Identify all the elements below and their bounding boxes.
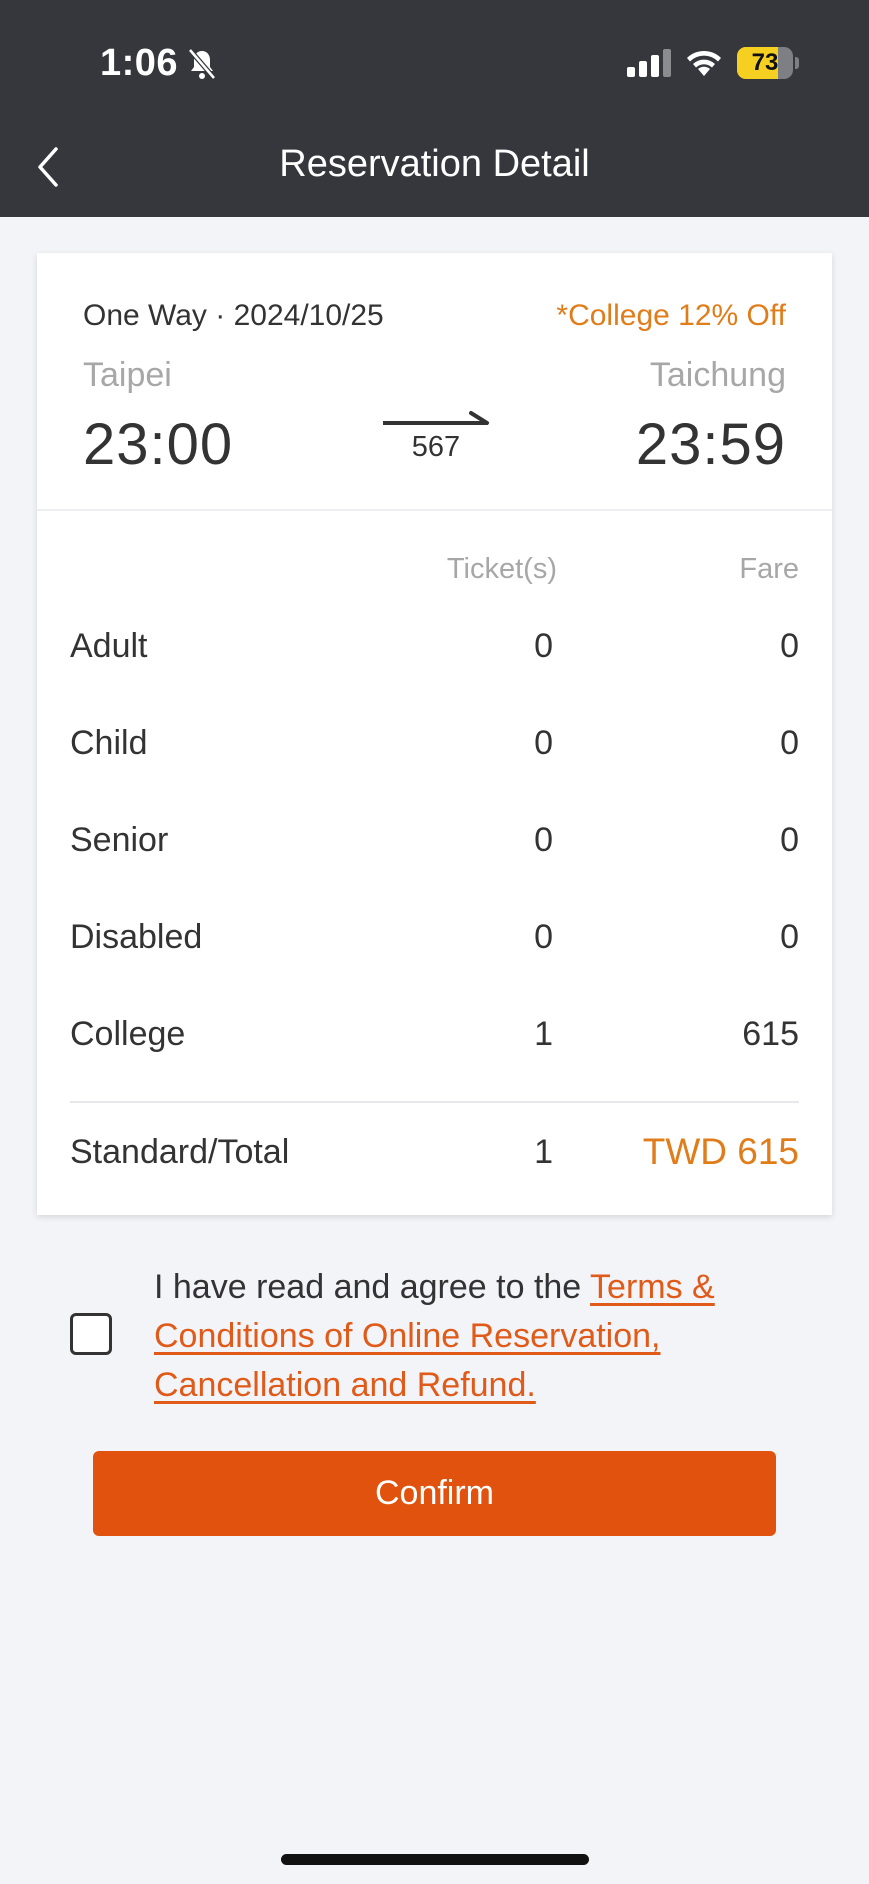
battery-icon: 73 — [737, 47, 799, 79]
fare-row-tickets: 1 — [534, 1015, 553, 1053]
fare-row-tickets: 0 — [534, 627, 553, 665]
wifi-icon — [687, 50, 721, 76]
fare-row-fare: 0 — [780, 918, 799, 956]
home-indicator[interactable] — [281, 1854, 589, 1865]
status-bar-time: 1:06 — [100, 42, 218, 85]
terms-text: I have read and agree to the Terms & Con… — [154, 1263, 790, 1410]
fare-row-label: Senior — [70, 821, 169, 859]
fare-row-adult: Adult 0 0 — [70, 609, 799, 706]
fare-row-label: Child — [70, 724, 148, 762]
train-number: 567 — [411, 431, 461, 463]
trip-summary: One Way · 2024/10/25 *College 12% Off Ta… — [37, 253, 832, 511]
fare-row-senior: Senior 0 0 — [70, 803, 799, 900]
confirm-button[interactable]: Confirm — [93, 1451, 776, 1536]
fare-row-tickets: 0 — [534, 724, 553, 762]
fare-row-tickets: 0 — [534, 918, 553, 956]
departure-time: 23:00 — [83, 412, 234, 477]
fare-row-tickets: 0 — [534, 821, 553, 859]
arrival-time: 23:59 — [635, 412, 786, 477]
fare-row-label: Disabled — [70, 918, 203, 956]
bell-slash-icon — [188, 47, 216, 80]
total-fare: TWD 615 — [642, 1131, 799, 1172]
fare-row-label: College — [70, 1015, 186, 1053]
fare-row-fare: 0 — [780, 627, 799, 665]
fare-row-fare: 615 — [742, 1015, 799, 1053]
fare-row-fare: 0 — [780, 724, 799, 762]
fare-table-header: Ticket(s) Fare — [70, 511, 799, 609]
column-header-fare: Fare — [739, 553, 799, 585]
fare-table: Ticket(s) Fare Adult 0 0 Child 0 0 Senio… — [70, 511, 799, 1203]
fare-row-total: Standard/Total 1 TWD 615 — [70, 1103, 799, 1203]
origin-station: Taipei — [83, 356, 172, 394]
column-header-tickets: Ticket(s) — [446, 553, 557, 585]
cellular-signal-icon — [627, 49, 671, 77]
arrow-right-icon — [383, 411, 489, 425]
status-bar-indicators: 73 — [627, 47, 799, 79]
fare-row-disabled: Disabled 0 0 — [70, 900, 799, 997]
reservation-card: One Way · 2024/10/25 *College 12% Off Ta… — [37, 253, 832, 1215]
terms-agreement: I have read and agree to the Terms & Con… — [70, 1263, 790, 1410]
trip-type-date: One Way · 2024/10/25 — [83, 299, 384, 332]
clock-text: 1:06 — [100, 42, 179, 84]
fare-row-label: Adult — [70, 627, 148, 665]
fare-row-child: Child 0 0 — [70, 706, 799, 803]
discount-label: *College 12% Off — [556, 299, 786, 332]
terms-prefix: I have read and agree to the — [154, 1268, 591, 1306]
page-title: Reservation Detail — [279, 143, 590, 185]
total-tickets: 1 — [534, 1133, 553, 1171]
app-header: 1:06 73 Reservation Detail — [0, 0, 869, 217]
total-label: Standard/Total — [70, 1133, 290, 1171]
terms-checkbox[interactable] — [70, 1313, 112, 1355]
destination-station: Taichung — [649, 356, 786, 394]
battery-percentage: 73 — [751, 49, 779, 76]
fare-row-college: College 1 615 — [70, 997, 799, 1094]
fare-row-fare: 0 — [780, 821, 799, 859]
